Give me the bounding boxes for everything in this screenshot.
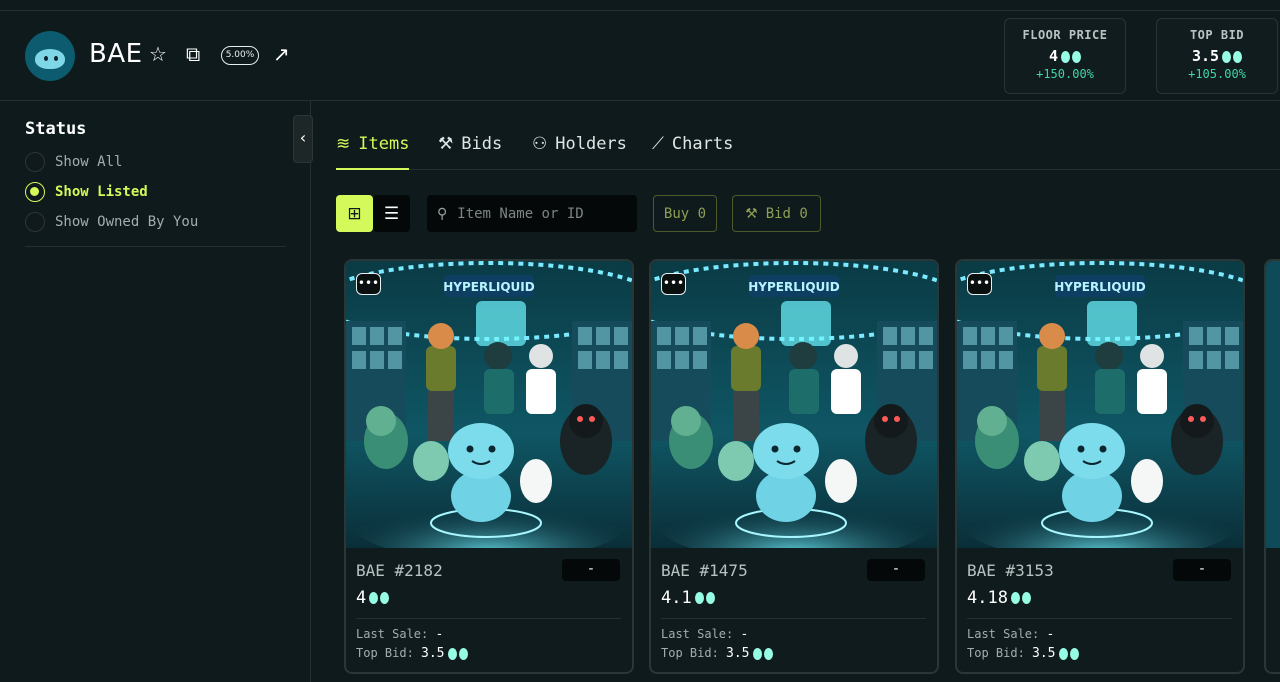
- nft-image: HYPERLIQUID •••: [651, 261, 937, 548]
- nft-price: 4: [356, 588, 390, 608]
- floor-price-change: +150.00%: [1036, 67, 1094, 81]
- line-chart-icon: ⟋: [652, 134, 664, 154]
- chevron-left-icon: ‹: [299, 128, 307, 147]
- ellipsis-icon: •••: [968, 276, 991, 290]
- top-bid-value: 3.5: [1157, 47, 1277, 65]
- grid-view-button[interactable]: ⊞: [336, 195, 373, 232]
- card-divider: [967, 618, 1232, 619]
- collection-title: BAE: [89, 39, 143, 69]
- hype-token-icon: [369, 592, 390, 604]
- hype-token-icon: [1061, 50, 1082, 63]
- more-options-button[interactable]: •••: [661, 273, 686, 295]
- nft-price: 4.1: [661, 588, 715, 608]
- floor-price-value: 4: [1005, 47, 1125, 65]
- nft-name: BAE #1475: [661, 561, 748, 580]
- ellipsis-icon: •••: [357, 276, 380, 290]
- gavel-icon: ⚒: [745, 205, 758, 222]
- hype-token-icon: [1222, 50, 1243, 63]
- radio-button-selected[interactable]: [25, 182, 45, 202]
- status-filter-title: Status: [25, 119, 87, 139]
- grid-icon: ⊞: [347, 203, 362, 224]
- radio-button[interactable]: [25, 152, 45, 172]
- list-icon: ☰: [383, 203, 400, 224]
- more-options-button[interactable]: •••: [356, 273, 381, 295]
- svg-text:HYPERLIQUID: HYPERLIQUID: [748, 280, 839, 294]
- tab-holders[interactable]: ⚇ Holders: [532, 134, 627, 170]
- nft-name: BAE #2182: [356, 561, 443, 580]
- card-divider: [661, 618, 926, 619]
- nft-image: [1266, 261, 1280, 548]
- status-option-show-listed[interactable]: Show Listed: [25, 181, 148, 203]
- tab-items[interactable]: ≋ Items: [336, 134, 410, 170]
- top-bid-row: Top Bid: 3.5: [356, 646, 468, 661]
- ellipsis-icon: •••: [662, 276, 685, 290]
- royalty-badge: 5.00%: [221, 46, 259, 65]
- tab-bids[interactable]: ⚒ Bids: [438, 134, 502, 170]
- top-bid-change: +105.00%: [1188, 67, 1246, 81]
- content-tabs: ≋ Items ⚒ Bids ⚇ Holders ⟋ Charts: [336, 120, 1280, 170]
- search-input[interactable]: [457, 205, 618, 222]
- collection-header: BAE ☆ ⧉ 5.00% ↗ FLOOR PRICE 4 +150.00% T…: [0, 11, 1280, 101]
- nft-card-partial[interactable]: [1264, 259, 1280, 674]
- hype-token-icon: [1010, 592, 1031, 604]
- nft-status-pill: -: [562, 559, 620, 581]
- nft-card[interactable]: HYPERLIQUID: [955, 259, 1245, 674]
- status-option-show-owned[interactable]: Show Owned By You: [25, 211, 198, 233]
- top-bid-row: Top Bid: 3.5: [967, 646, 1079, 661]
- nft-card[interactable]: HYPERLIQUID: [649, 259, 939, 674]
- nft-status-pill: -: [867, 559, 925, 581]
- svg-text:HYPERLIQUID: HYPERLIQUID: [1054, 280, 1145, 294]
- gavel-icon: ⚒: [438, 134, 454, 154]
- top-bid-stat: TOP BID 3.5 +105.00%: [1156, 18, 1278, 94]
- nft-price: 4.18: [967, 588, 1031, 608]
- search-icon: ⚲: [437, 205, 448, 222]
- status-option-show-all[interactable]: Show All: [25, 151, 122, 173]
- nft-image: HYPERLIQUID •••: [957, 261, 1243, 548]
- more-options-button[interactable]: •••: [967, 273, 992, 295]
- svg-text:HYPERLIQUID: HYPERLIQUID: [443, 280, 534, 294]
- hype-token-icon: [1058, 647, 1079, 660]
- copy-icon[interactable]: ⧉: [186, 43, 200, 65]
- hype-token-icon: [694, 592, 715, 604]
- last-sale-row: Last Sale: -: [661, 627, 749, 642]
- filter-sidebar: Status Show All Show Listed Show Owned B…: [0, 101, 311, 682]
- last-sale-row: Last Sale: -: [356, 627, 444, 642]
- nft-status-pill: -: [1173, 559, 1231, 581]
- search-box: ⚲: [427, 195, 637, 232]
- top-bid-label: TOP BID: [1189, 28, 1245, 42]
- tab-charts[interactable]: ⟋ Charts: [652, 134, 733, 170]
- buy-button[interactable]: Buy 0: [653, 195, 717, 232]
- nft-image: HYPERLIQUID •••: [346, 261, 632, 548]
- bid-button[interactable]: ⚒ Bid 0: [732, 195, 821, 232]
- nft-card[interactable]: HYPERLIQUID: [344, 259, 634, 674]
- collection-logo: [25, 31, 75, 81]
- top-bid-row: Top Bid: 3.5: [661, 646, 773, 661]
- hype-token-icon: [447, 647, 468, 660]
- nft-name: BAE #3153: [967, 561, 1054, 580]
- floor-price-stat: FLOOR PRICE 4 +150.00%: [1004, 18, 1126, 94]
- star-icon[interactable]: ☆: [149, 43, 167, 65]
- floor-price-label: FLOOR PRICE: [1022, 28, 1108, 42]
- users-icon: ⚇: [532, 134, 548, 154]
- external-link-icon[interactable]: ↗: [273, 43, 290, 65]
- sidebar-divider: [25, 246, 286, 247]
- radio-button[interactable]: [25, 212, 45, 232]
- list-view-button[interactable]: ☰: [373, 195, 410, 232]
- last-sale-row: Last Sale: -: [967, 627, 1055, 642]
- layers-icon: ≋: [336, 134, 351, 154]
- card-divider: [356, 618, 621, 619]
- hype-token-icon: [752, 647, 773, 660]
- collapse-sidebar-button[interactable]: ‹: [293, 115, 313, 163]
